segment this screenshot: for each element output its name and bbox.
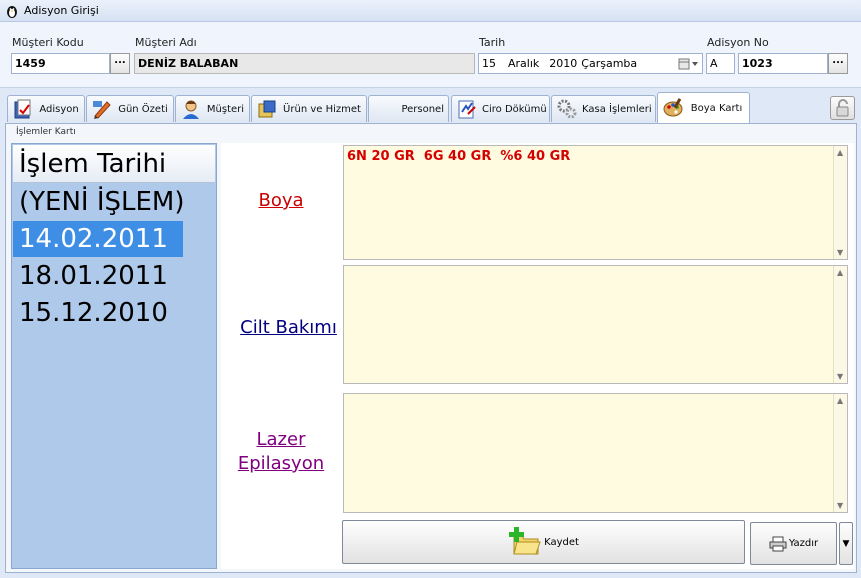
musteri-adi-field: DENİZ BALABAN [134,53,475,74]
title-bar: Adisyon Girişi [0,0,861,22]
islemler-karti-panel: İşlemler Kartı İşlem Tarihi (YENİ İŞLEM)… [5,123,857,573]
tab-kasa-islemleri[interactable]: Kasa İşlemleri [551,95,656,122]
tab-adisyon[interactable]: Adisyon [7,95,85,122]
tarih-year: 2010 [549,57,578,70]
tab-personel-label: Personel [401,103,444,115]
tab-urun-hizmet[interactable]: Ürün ve Hizmet [251,95,367,122]
tab-musteri[interactable]: Müşteri [175,95,250,122]
lazer-epilasyon-memo-scrollbar[interactable]: ▲ ▼ [833,394,847,512]
printer-icon [769,536,787,551]
yazdir-dropdown-button[interactable]: ▼ [839,522,853,565]
scroll-down-icon[interactable]: ▼ [837,501,843,510]
tarih-date-picker[interactable]: 15 Aralık 2010 Çarşamba [478,53,703,74]
lazer-epilasyon-link[interactable]: Lazer Epilasyon [226,428,336,476]
tab-ciro-dokumu[interactable]: Ciro Dökümü [451,95,550,122]
padlock-icon [836,99,849,117]
tab-boya-karti-label: Boya Kartı [690,102,743,114]
lazer-epilasyon-memo[interactable]: ▲ ▼ [343,393,848,513]
boya-memo-text: 6N 20 GR 6G 40 GR %6 40 GR [347,149,571,164]
list-item-date[interactable]: 15.12.2010 [13,295,215,331]
tab-gun-ozeti-label: Gün Özeti [118,103,168,115]
report-icon [458,100,476,119]
penguin-icon [7,5,17,18]
adisyon-no-label: Adisyon No [707,36,769,49]
list-item-date[interactable]: 18.01.2011 [13,258,215,294]
tab-strip: Adisyon Gün Özeti Müşteri Ürün ve Hizmet… [0,92,861,123]
kaydet-label: Kaydet [544,536,579,548]
boya-memo[interactable]: 6N 20 GR 6G 40 GR %6 40 GR ▲ ▼ [343,145,848,260]
musteri-kodu-browse-button[interactable]: ... [110,53,130,74]
tab-boya-karti[interactable]: Boya Kartı [657,92,750,123]
cilt-bakimi-link[interactable]: Cilt Bakımı [231,316,346,340]
tab-musteri-label: Müşteri [206,103,245,115]
scroll-down-icon[interactable]: ▼ [837,248,843,257]
list-header: İşlem Tarihi [13,145,215,183]
musteri-kodu-input[interactable]: 1459 [11,53,110,74]
yazdir-button[interactable]: Yazdır [750,522,837,565]
gears-icon [557,99,577,119]
boya-memo-scrollbar[interactable]: ▲ ▼ [833,146,847,259]
adisyon-icon [14,99,31,119]
chevron-down-icon: ▼ [842,538,850,549]
scroll-up-icon[interactable]: ▲ [837,396,843,405]
islem-tarihi-list[interactable]: İşlem Tarihi (YENİ İŞLEM) 14.02.2011 18.… [11,143,217,569]
scroll-up-icon[interactable]: ▲ [837,268,843,277]
panel-caption: İşlemler Kartı [16,127,76,137]
palette-icon [663,98,683,117]
staff-icon [373,98,381,120]
tab-urun-hizmet-label: Ürün ve Hizmet [283,103,361,115]
tab-kasa-islemleri-label: Kasa İşlemleri [582,103,652,115]
folder-add-icon [509,527,541,555]
tab-personel[interactable]: Personel [368,95,449,122]
tarih-month: Aralık [508,57,540,70]
boya-link[interactable]: Boya [241,189,321,213]
treatment-area: Boya 6N 20 GR 6G 40 GR %6 40 GR ▲ ▼ Cilt … [221,143,854,569]
epilasyon-label: Epilasyon [237,453,325,474]
pencil-icon [93,101,111,119]
header-panel: Müşteri Kodu 1459 ... Müşteri Adı DENİZ … [0,22,861,88]
list-item-yeni-islem[interactable]: (YENİ İŞLEM) [13,184,215,220]
adisyon-no-input[interactable]: 1023 [738,53,828,74]
tab-gun-ozeti[interactable]: Gün Özeti [86,95,174,122]
window-title: Adisyon Girişi [24,4,99,17]
lock-button[interactable] [830,96,855,120]
tab-ciro-dokumu-label: Ciro Dökümü [482,103,547,115]
scroll-down-icon[interactable]: ▼ [837,372,843,381]
customer-icon [183,100,199,119]
product-icon [258,100,276,118]
lazer-label: Lazer [256,429,306,450]
tarih-label: Tarih [479,36,506,49]
adisyon-no-browse-button[interactable]: ... [828,53,848,74]
musteri-kodu-label: Müşteri Kodu [12,36,84,49]
tarih-day: 15 [482,57,496,70]
tarih-weekday: Çarşamba [581,57,638,70]
yazdir-label: Yazdır [788,538,819,549]
musteri-adi-label: Müşteri Adı [135,36,197,49]
scroll-up-icon[interactable]: ▲ [837,148,843,157]
calendar-dropdown-icon[interactable] [678,58,700,70]
cilt-bakimi-memo-scrollbar[interactable]: ▲ ▼ [833,266,847,383]
kaydet-button[interactable]: Kaydet [342,520,745,564]
list-item-date-selected[interactable]: 14.02.2011 [13,221,183,257]
adisyon-prefix-field[interactable]: A [706,53,735,74]
cilt-bakimi-memo[interactable]: ▲ ▼ [343,265,848,384]
tab-adisyon-label: Adisyon [39,103,79,115]
